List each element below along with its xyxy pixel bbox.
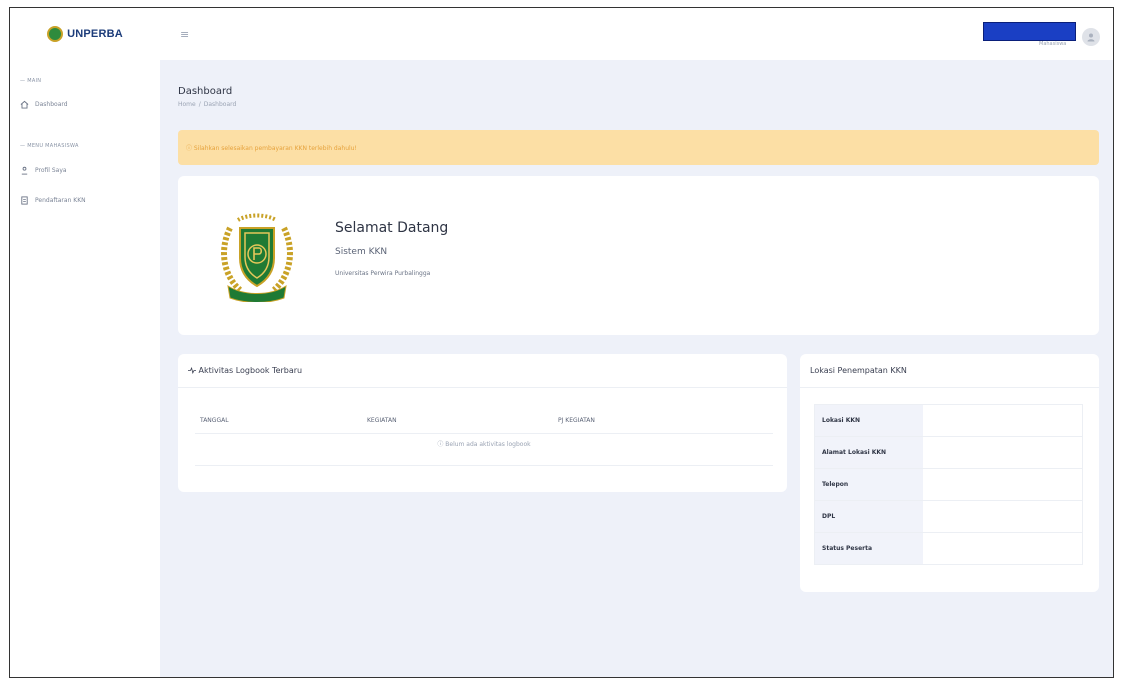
menu-header-mahasiswa: — MENU MAHASISWA (20, 143, 79, 149)
row-label: Status Peserta (814, 532, 923, 565)
user-name-redacted[interactable] (983, 22, 1076, 41)
logbook-table: TANGGAL KEGIATAN PJ KEGIATAN ⓘ Belum ada… (195, 412, 773, 466)
topbar: ≡ Mahasiswa (160, 8, 1113, 60)
hamburger-icon[interactable]: ≡ (180, 28, 189, 41)
breadcrumb: Home / Dashboard (178, 101, 237, 108)
alert-text: ⓘ Silahkan selesaikan pembayaran KKN ter… (186, 145, 357, 152)
sidebar-item-label: Profil Saya (35, 167, 67, 174)
table-row: Telepon (814, 468, 1083, 501)
menu-header-main: — MAIN (20, 78, 42, 84)
row-value (922, 436, 1083, 469)
university-seal-icon (218, 208, 296, 303)
main-content: Dashboard Home / Dashboard ⓘ Silahkan sele… (160, 60, 1113, 677)
activity-pulse-icon (188, 366, 199, 375)
app-frame: UNPERBA — MAIN Dashboard — MENU MAHASISW… (9, 7, 1114, 678)
user-avatar-icon[interactable] (1082, 28, 1100, 46)
breadcrumb-home[interactable]: Home (178, 101, 196, 108)
page-title: Dashboard (178, 86, 233, 97)
sidebar: UNPERBA — MAIN Dashboard — MENU MAHASISW… (10, 8, 160, 677)
table-row: Lokasi KKN (814, 404, 1083, 437)
logbook-card: Aktivitas Logbook Terbaru TANGGAL KEGIAT… (178, 354, 787, 492)
payment-alert: ⓘ Silahkan selesaikan pembayaran KKN ter… (178, 130, 1099, 165)
row-label: Lokasi KKN (814, 404, 923, 437)
sidebar-item-dashboard[interactable]: Dashboard (20, 100, 68, 109)
column-header[interactable]: TANGGAL (200, 417, 229, 424)
sidebar-item-label: Dashboard (35, 101, 68, 108)
table-row: Alamat Lokasi KKN (814, 436, 1083, 469)
sidebar-item-label: Pendaftaran KKN (35, 197, 86, 204)
welcome-subtitle: Sistem KKN (335, 247, 388, 257)
table-header-row: TANGGAL KEGIATAN PJ KEGIATAN (195, 412, 773, 434)
sidebar-item-pendaftaran-kkn[interactable]: Pendaftaran KKN (20, 196, 86, 205)
row-label: Alamat Lokasi KKN (814, 436, 923, 469)
row-value (922, 532, 1083, 565)
row-value (922, 468, 1083, 501)
document-icon (20, 196, 29, 205)
logbook-title: Aktivitas Logbook Terbaru (198, 366, 303, 375)
welcome-title: Selamat Datang (335, 220, 449, 236)
row-value (922, 500, 1083, 533)
user-role: Mahasiswa (1039, 41, 1067, 47)
row-label: DPL (814, 500, 923, 533)
home-icon (20, 100, 29, 109)
table-row: Status Peserta (814, 532, 1083, 565)
logbook-empty-message: ⓘ Belum ada aktivitas logbook (195, 434, 773, 466)
brand-logo-icon (47, 26, 64, 42)
welcome-card: Selamat Datang Sistem KKN Universitas Pe… (178, 176, 1099, 335)
row-value (922, 404, 1083, 437)
sidebar-item-profil-saya[interactable]: Profil Saya (20, 166, 67, 175)
location-table: Lokasi KKN Alamat Lokasi KKN Telepon DPL… (814, 404, 1083, 565)
breadcrumb-current: Dashboard (203, 101, 237, 108)
university-name: Universitas Perwira Purbalingga (335, 270, 431, 277)
user-icon (20, 166, 29, 175)
location-header: Lokasi Penempatan KKN (800, 354, 1099, 388)
row-label: Telepon (814, 468, 923, 501)
column-header[interactable]: KEGIATAN (367, 417, 397, 424)
column-header[interactable]: PJ KEGIATAN (558, 417, 595, 424)
location-card: Lokasi Penempatan KKN Lokasi KKN Alamat … (800, 354, 1099, 592)
brand[interactable]: UNPERBA (10, 8, 160, 60)
logbook-header: Aktivitas Logbook Terbaru (178, 354, 787, 388)
brand-name: UNPERBA (67, 28, 123, 40)
table-row: DPL (814, 500, 1083, 533)
